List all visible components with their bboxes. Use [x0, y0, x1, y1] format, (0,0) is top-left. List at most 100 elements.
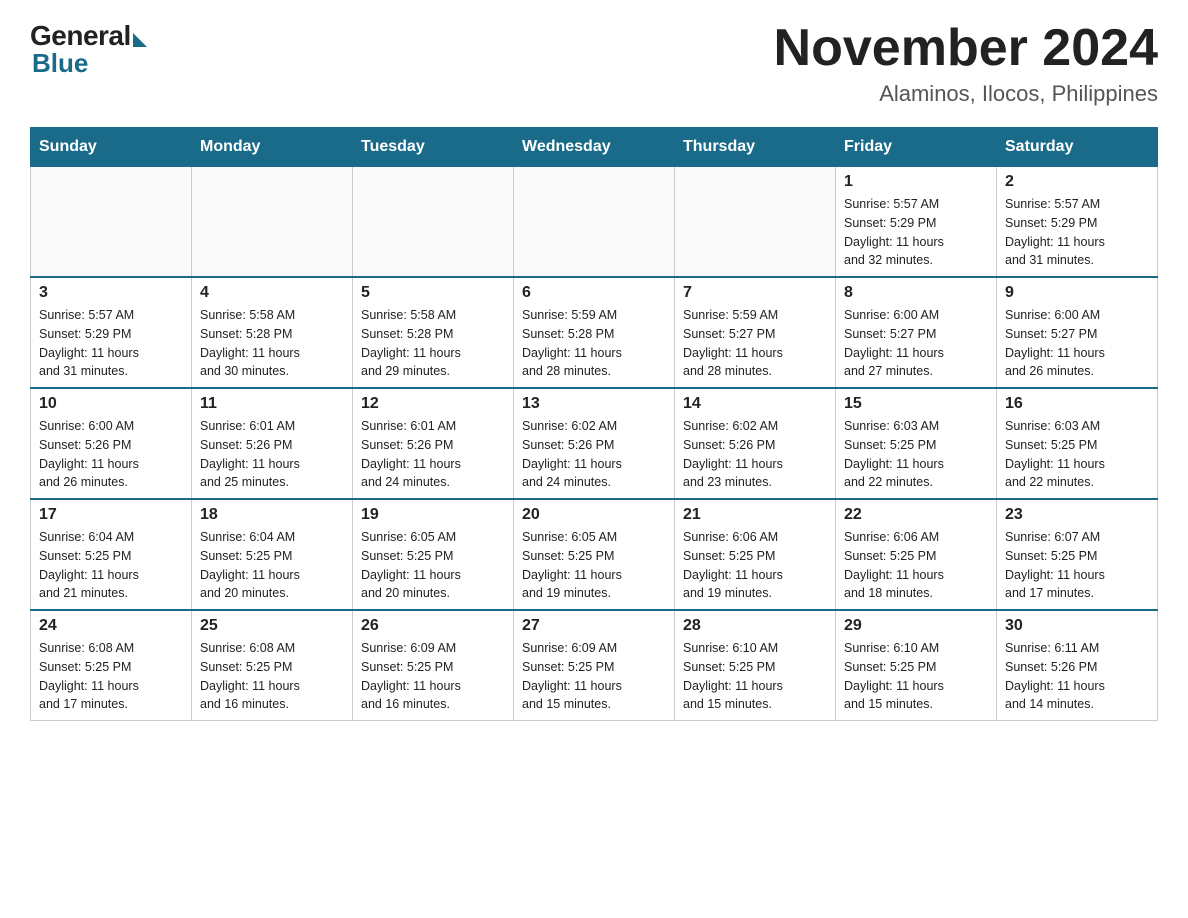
day-info: Sunrise: 6:09 AMSunset: 5:25 PMDaylight:…	[361, 639, 505, 714]
day-info: Sunrise: 5:58 AMSunset: 5:28 PMDaylight:…	[361, 306, 505, 381]
page-header: General Blue November 2024 Alaminos, Ilo…	[30, 20, 1158, 107]
calendar-cell	[192, 167, 353, 278]
calendar-cell: 8 Sunrise: 6:00 AMSunset: 5:27 PMDaylight…	[836, 277, 997, 388]
calendar-cell: 26 Sunrise: 6:09 AMSunset: 5:25 PMDayligh…	[353, 610, 514, 721]
calendar-cell: 10 Sunrise: 6:00 AMSunset: 5:26 PMDayligh…	[31, 388, 192, 499]
day-number: 25	[200, 617, 344, 635]
day-number: 23	[1005, 506, 1149, 524]
day-info: Sunrise: 6:02 AMSunset: 5:26 PMDaylight:…	[522, 417, 666, 492]
day-info: Sunrise: 6:00 AMSunset: 5:26 PMDaylight:…	[39, 417, 183, 492]
calendar-cell: 7Sunrise: 5:59 AMSunset: 5:27 PMDaylight…	[675, 277, 836, 388]
calendar-cell: 25 Sunrise: 6:08 AMSunset: 5:25 PMDayligh…	[192, 610, 353, 721]
day-info: Sunrise: 6:08 AMSunset: 5:25 PMDaylight:…	[200, 639, 344, 714]
day-info: Sunrise: 6:11 AMSunset: 5:26 PMDaylight:…	[1005, 639, 1149, 714]
day-info: Sunrise: 6:10 AMSunset: 5:25 PMDaylight:…	[844, 639, 988, 714]
day-info: Sunrise: 6:01 AMSunset: 5:26 PMDaylight:…	[200, 417, 344, 492]
calendar-cell	[353, 167, 514, 278]
day-info: Sunrise: 6:03 AMSunset: 5:25 PMDaylight:…	[844, 417, 988, 492]
calendar-cell: 17 Sunrise: 6:04 AMSunset: 5:25 PMDayligh…	[31, 499, 192, 610]
day-number: 26	[361, 617, 505, 635]
day-number: 29	[844, 617, 988, 635]
location-subtitle: Alaminos, Ilocos, Philippines	[774, 81, 1158, 107]
day-number: 10	[39, 395, 183, 413]
calendar-cell: 5 Sunrise: 5:58 AMSunset: 5:28 PMDaylight…	[353, 277, 514, 388]
calendar-header-friday: Friday	[836, 128, 997, 167]
calendar-cell: 23 Sunrise: 6:07 AMSunset: 5:25 PMDayligh…	[997, 499, 1158, 610]
logo: General Blue	[30, 20, 147, 79]
calendar-cell: 21 Sunrise: 6:06 AMSunset: 5:25 PMDayligh…	[675, 499, 836, 610]
calendar-header-row: SundayMondayTuesdayWednesdayThursdayFrid…	[31, 128, 1158, 167]
day-number: 24	[39, 617, 183, 635]
calendar-cell: 4Sunrise: 5:58 AMSunset: 5:28 PMDaylight…	[192, 277, 353, 388]
day-number: 2	[1005, 173, 1149, 191]
day-number: 19	[361, 506, 505, 524]
day-info: Sunrise: 6:00 AMSunset: 5:27 PMDaylight:…	[844, 306, 988, 381]
calendar-header-monday: Monday	[192, 128, 353, 167]
calendar-week-row: 24 Sunrise: 6:08 AMSunset: 5:25 PMDayligh…	[31, 610, 1158, 721]
day-info: Sunrise: 6:10 AMSunset: 5:25 PMDaylight:…	[683, 639, 827, 714]
calendar-cell: 13Sunrise: 6:02 AMSunset: 5:26 PMDayligh…	[514, 388, 675, 499]
calendar-cell: 20 Sunrise: 6:05 AMSunset: 5:25 PMDayligh…	[514, 499, 675, 610]
day-info: Sunrise: 6:09 AMSunset: 5:25 PMDaylight:…	[522, 639, 666, 714]
calendar-header-tuesday: Tuesday	[353, 128, 514, 167]
calendar-cell: 16Sunrise: 6:03 AMSunset: 5:25 PMDayligh…	[997, 388, 1158, 499]
day-info: Sunrise: 6:06 AMSunset: 5:25 PMDaylight:…	[844, 528, 988, 603]
day-number: 16	[1005, 395, 1149, 413]
day-info: Sunrise: 5:57 AMSunset: 5:29 PMDaylight:…	[39, 306, 183, 381]
calendar-cell	[514, 167, 675, 278]
day-info: Sunrise: 6:05 AMSunset: 5:25 PMDaylight:…	[522, 528, 666, 603]
day-number: 30	[1005, 617, 1149, 635]
day-number: 27	[522, 617, 666, 635]
day-info: Sunrise: 6:02 AMSunset: 5:26 PMDaylight:…	[683, 417, 827, 492]
day-number: 9	[1005, 284, 1149, 302]
calendar-cell: 29 Sunrise: 6:10 AMSunset: 5:25 PMDayligh…	[836, 610, 997, 721]
day-number: 6	[522, 284, 666, 302]
day-number: 18	[200, 506, 344, 524]
calendar-cell: 19 Sunrise: 6:05 AMSunset: 5:25 PMDayligh…	[353, 499, 514, 610]
calendar-week-row: 17 Sunrise: 6:04 AMSunset: 5:25 PMDayligh…	[31, 499, 1158, 610]
calendar-cell: 15 Sunrise: 6:03 AMSunset: 5:25 PMDayligh…	[836, 388, 997, 499]
month-title: November 2024	[774, 20, 1158, 77]
day-number: 21	[683, 506, 827, 524]
day-info: Sunrise: 6:06 AMSunset: 5:25 PMDaylight:…	[683, 528, 827, 603]
calendar-cell: 9 Sunrise: 6:00 AMSunset: 5:27 PMDaylight…	[997, 277, 1158, 388]
day-number: 3	[39, 284, 183, 302]
day-number: 15	[844, 395, 988, 413]
day-number: 8	[844, 284, 988, 302]
calendar-cell	[675, 167, 836, 278]
day-number: 1	[844, 173, 988, 191]
calendar-cell: 24 Sunrise: 6:08 AMSunset: 5:25 PMDayligh…	[31, 610, 192, 721]
calendar-header-saturday: Saturday	[997, 128, 1158, 167]
day-number: 12	[361, 395, 505, 413]
calendar-cell	[31, 167, 192, 278]
calendar-cell: 18Sunrise: 6:04 AMSunset: 5:25 PMDayligh…	[192, 499, 353, 610]
calendar-header-sunday: Sunday	[31, 128, 192, 167]
day-number: 11	[200, 395, 344, 413]
calendar-cell: 28 Sunrise: 6:10 AMSunset: 5:25 PMDayligh…	[675, 610, 836, 721]
day-number: 5	[361, 284, 505, 302]
day-info: Sunrise: 6:04 AMSunset: 5:25 PMDaylight:…	[39, 528, 183, 603]
calendar-table: SundayMondayTuesdayWednesdayThursdayFrid…	[30, 127, 1158, 721]
calendar-week-row: 10 Sunrise: 6:00 AMSunset: 5:26 PMDayligh…	[31, 388, 1158, 499]
day-info: Sunrise: 6:08 AMSunset: 5:25 PMDaylight:…	[39, 639, 183, 714]
calendar-cell: 30 Sunrise: 6:11 AMSunset: 5:26 PMDayligh…	[997, 610, 1158, 721]
calendar-cell: 27 Sunrise: 6:09 AMSunset: 5:25 PMDayligh…	[514, 610, 675, 721]
day-number: 14	[683, 395, 827, 413]
calendar-cell: 12 Sunrise: 6:01 AMSunset: 5:26 PMDayligh…	[353, 388, 514, 499]
day-info: Sunrise: 5:59 AMSunset: 5:27 PMDaylight:…	[683, 306, 827, 381]
calendar-week-row: 1 Sunrise: 5:57 AMSunset: 5:29 PMDaylight…	[31, 167, 1158, 278]
logo-triangle-icon	[133, 33, 147, 47]
logo-blue-text: Blue	[32, 48, 88, 79]
day-number: 28	[683, 617, 827, 635]
calendar-header-wednesday: Wednesday	[514, 128, 675, 167]
day-info: Sunrise: 5:57 AMSunset: 5:29 PMDaylight:…	[844, 195, 988, 270]
day-info: Sunrise: 6:07 AMSunset: 5:25 PMDaylight:…	[1005, 528, 1149, 603]
calendar-cell: 3 Sunrise: 5:57 AMSunset: 5:29 PMDaylight…	[31, 277, 192, 388]
day-number: 17	[39, 506, 183, 524]
calendar-cell: 22Sunrise: 6:06 AMSunset: 5:25 PMDayligh…	[836, 499, 997, 610]
day-info: Sunrise: 6:01 AMSunset: 5:26 PMDaylight:…	[361, 417, 505, 492]
day-info: Sunrise: 6:05 AMSunset: 5:25 PMDaylight:…	[361, 528, 505, 603]
day-info: Sunrise: 6:00 AMSunset: 5:27 PMDaylight:…	[1005, 306, 1149, 381]
day-info: Sunrise: 5:57 AMSunset: 5:29 PMDaylight:…	[1005, 195, 1149, 270]
day-number: 20	[522, 506, 666, 524]
